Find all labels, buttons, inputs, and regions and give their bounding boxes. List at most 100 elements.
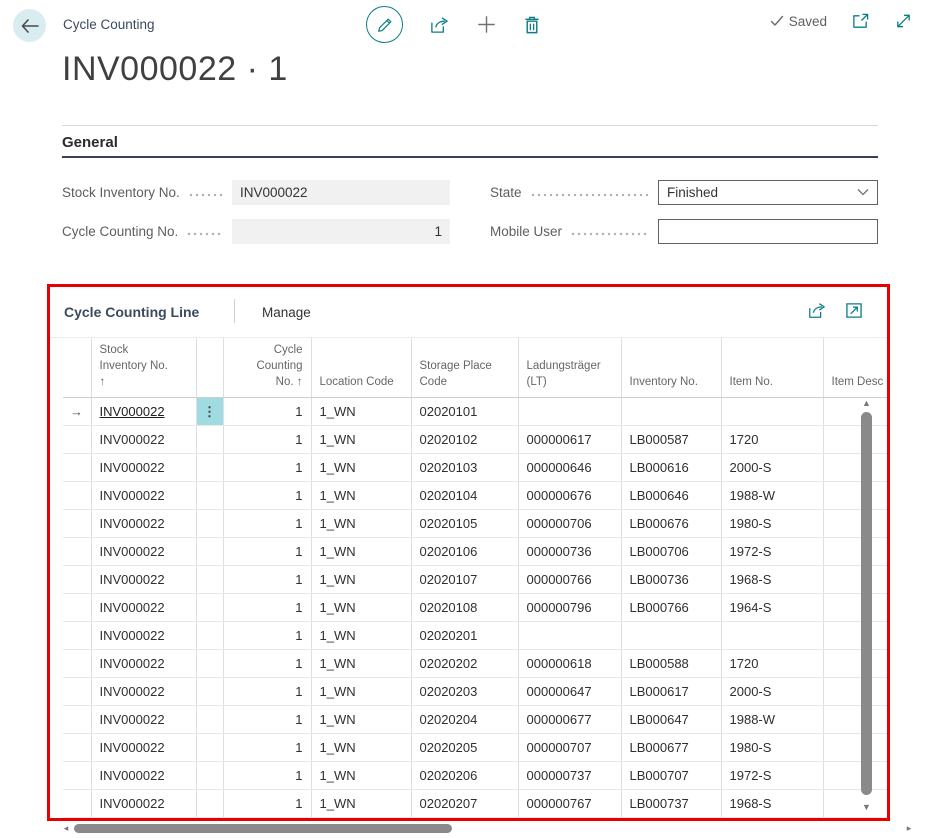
cell-desc[interactable] bbox=[823, 762, 890, 790]
cell-item[interactable]: 1968-S bbox=[721, 566, 823, 594]
col-header-lt[interactable]: Ladungsträger (LT) bbox=[518, 338, 621, 398]
delete-button[interactable] bbox=[523, 15, 541, 35]
cell-inventory[interactable]: LB000677 bbox=[621, 734, 721, 762]
col-header-storage[interactable]: Storage Place Code bbox=[411, 338, 518, 398]
cell-lt[interactable]: 000000646 bbox=[518, 454, 621, 482]
lines-share-button[interactable] bbox=[807, 301, 827, 320]
vertical-scrollbar-thumb[interactable] bbox=[861, 412, 872, 795]
table-row[interactable]: INV00002211_WN02020207000000767LB0007371… bbox=[63, 790, 890, 818]
cell-inventory[interactable]: LB000646 bbox=[621, 482, 721, 510]
row-menu-cell[interactable] bbox=[196, 762, 223, 790]
cell-storage[interactable]: 02020104 bbox=[411, 482, 518, 510]
cell-location[interactable]: 1_WN bbox=[311, 426, 411, 454]
cell-stock[interactable]: INV000022 bbox=[91, 454, 196, 482]
cell-empty[interactable] bbox=[621, 818, 721, 821]
cell-desc[interactable] bbox=[823, 706, 890, 734]
stock-inventory-no-field[interactable]: INV000022 bbox=[232, 180, 450, 205]
cell-storage[interactable]: 02020206 bbox=[411, 762, 518, 790]
cell-item[interactable]: 1980-S bbox=[721, 510, 823, 538]
cell-stock[interactable]: INV000022 bbox=[91, 650, 196, 678]
cell-item[interactable]: 1988-W bbox=[721, 482, 823, 510]
scroll-left-icon[interactable]: ◂ bbox=[60, 822, 72, 835]
cell-cycle[interactable]: 1 bbox=[223, 398, 311, 426]
cell-stock[interactable]: INV000022 bbox=[91, 706, 196, 734]
cell-lt[interactable]: 000000707 bbox=[518, 734, 621, 762]
row-menu-cell[interactable] bbox=[196, 650, 223, 678]
cell-lt[interactable]: 000000677 bbox=[518, 706, 621, 734]
cell-empty[interactable] bbox=[91, 818, 196, 821]
back-button[interactable] bbox=[13, 9, 46, 42]
cell-item[interactable]: 1968-S bbox=[721, 790, 823, 818]
cell-empty[interactable] bbox=[223, 818, 311, 821]
cell-storage[interactable]: 02020101 bbox=[411, 398, 518, 426]
cell-storage[interactable]: 02020107 bbox=[411, 566, 518, 594]
cell-lt[interactable]: 000000796 bbox=[518, 594, 621, 622]
cell-inventory[interactable]: LB000707 bbox=[621, 762, 721, 790]
cell-lt[interactable]: 000000766 bbox=[518, 566, 621, 594]
cell-storage[interactable]: 02020207 bbox=[411, 790, 518, 818]
cell-item[interactable] bbox=[721, 398, 823, 426]
row-menu-cell[interactable] bbox=[196, 566, 223, 594]
open-in-new-window-button[interactable] bbox=[851, 12, 870, 30]
expand-button[interactable] bbox=[894, 12, 913, 30]
cell-cycle[interactable]: 1 bbox=[223, 706, 311, 734]
cell-empty[interactable] bbox=[823, 818, 890, 821]
mobile-user-field[interactable] bbox=[658, 219, 878, 244]
cell-desc[interactable] bbox=[823, 650, 890, 678]
table-row[interactable]: INV00002211_WN02020104000000676LB0006461… bbox=[63, 482, 890, 510]
cell-item[interactable]: 2000-S bbox=[721, 454, 823, 482]
row-menu-cell[interactable] bbox=[196, 482, 223, 510]
col-header-cycle[interactable]: Cycle Counting No. ↑ bbox=[223, 338, 311, 398]
cell-cycle[interactable]: 1 bbox=[223, 482, 311, 510]
row-menu-cell[interactable] bbox=[196, 790, 223, 818]
cell-desc[interactable] bbox=[823, 622, 890, 650]
horizontal-scrollbar[interactable]: ◂ ▸ bbox=[60, 822, 915, 835]
col-header-desc[interactable]: Item Desc bbox=[823, 338, 890, 398]
table-row[interactable]: INV00002211_WN02020105000000706LB0006761… bbox=[63, 510, 890, 538]
cell-lt[interactable]: 000000767 bbox=[518, 790, 621, 818]
cell-lt[interactable]: 000000736 bbox=[518, 538, 621, 566]
cell-item[interactable]: 1720 bbox=[721, 650, 823, 678]
cell-location[interactable]: 1_WN bbox=[311, 510, 411, 538]
row-menu-cell[interactable] bbox=[196, 706, 223, 734]
table-row[interactable]: INV00002211_WN02020108000000796LB0007661… bbox=[63, 594, 890, 622]
cell-stock[interactable]: INV000022 bbox=[91, 566, 196, 594]
cell-stock[interactable]: INV000022 bbox=[91, 734, 196, 762]
cell-empty[interactable] bbox=[196, 818, 223, 821]
cell-desc[interactable] bbox=[823, 566, 890, 594]
cell-cycle[interactable]: 1 bbox=[223, 510, 311, 538]
scroll-down-icon[interactable]: ▼ bbox=[860, 801, 873, 813]
cell-storage[interactable]: 02020103 bbox=[411, 454, 518, 482]
cell-item[interactable]: 1972-S bbox=[721, 762, 823, 790]
cell-desc[interactable] bbox=[823, 454, 890, 482]
cell-storage[interactable]: 02020204 bbox=[411, 706, 518, 734]
cell-lt[interactable]: 000000617 bbox=[518, 426, 621, 454]
cell-storage[interactable]: 02020205 bbox=[411, 734, 518, 762]
cell-storage[interactable]: 02020105 bbox=[411, 510, 518, 538]
cell-item[interactable]: 1988-W bbox=[721, 706, 823, 734]
row-menu-cell[interactable] bbox=[196, 594, 223, 622]
cell-inventory[interactable]: LB000706 bbox=[621, 538, 721, 566]
col-header-inventory[interactable]: Inventory No. bbox=[621, 338, 721, 398]
table-row[interactable]: INV00002211_WN02020204000000677LB0006471… bbox=[63, 706, 890, 734]
cell-item[interactable]: 1980-S bbox=[721, 734, 823, 762]
cell-cycle[interactable]: 1 bbox=[223, 594, 311, 622]
cell-empty[interactable] bbox=[63, 818, 91, 821]
cell-empty[interactable] bbox=[411, 818, 518, 821]
cell-inventory[interactable]: LB000676 bbox=[621, 510, 721, 538]
row-menu-cell[interactable] bbox=[196, 426, 223, 454]
cell-stock[interactable]: INV000022 bbox=[91, 762, 196, 790]
table-row[interactable]: INV00002211_WN02020203000000647LB0006172… bbox=[63, 678, 890, 706]
cell-inventory[interactable]: LB000587 bbox=[621, 426, 721, 454]
cell-item[interactable]: 2000-S bbox=[721, 678, 823, 706]
scroll-right-icon[interactable]: ▸ bbox=[903, 822, 915, 835]
cell-location[interactable]: 1_WN bbox=[311, 678, 411, 706]
cell-inventory[interactable]: LB000617 bbox=[621, 678, 721, 706]
col-header-item[interactable]: Item No. bbox=[721, 338, 823, 398]
cell-storage[interactable]: 02020203 bbox=[411, 678, 518, 706]
table-row[interactable]: →INV000022⋮11_WN02020101 bbox=[63, 398, 890, 426]
cell-desc[interactable] bbox=[823, 426, 890, 454]
cycle-counting-no-field[interactable]: 1 bbox=[232, 219, 450, 244]
stock-inventory-link[interactable]: INV000022 bbox=[100, 404, 165, 419]
table-row-partial[interactable] bbox=[63, 818, 890, 821]
